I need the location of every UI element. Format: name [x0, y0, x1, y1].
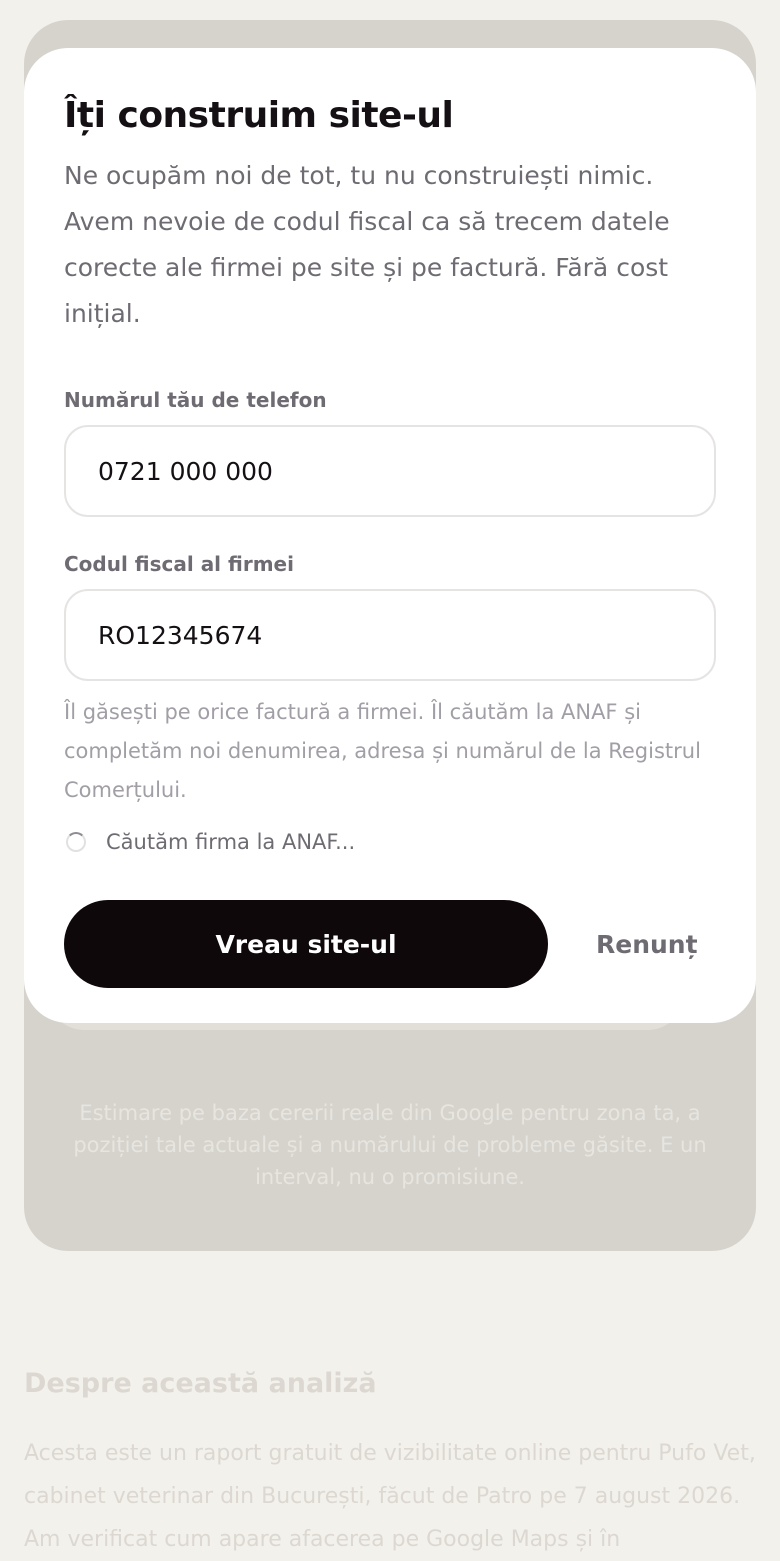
phone-input[interactable]: [64, 425, 716, 517]
loading-spinner-icon: [66, 832, 86, 852]
fiscal-code-input[interactable]: [64, 589, 716, 681]
modal-description: Ne ocupăm noi de tot, tu nu construiești…: [64, 161, 670, 328]
fiscal-code-hint: Îl găsești pe orice factură a firmei. Îl…: [64, 700, 701, 802]
modal-actions: Vreau site-ul Renunț: [64, 900, 716, 988]
fiscal-code-label: Codul fiscal al firmei: [64, 552, 294, 576]
cancel-button[interactable]: Renunț: [596, 930, 698, 959]
modal-title: Îți construim site-ul: [64, 95, 454, 136]
about-section-title: Despre această analiză: [24, 1368, 377, 1399]
phone-label: Numărul tău de telefon: [64, 388, 327, 412]
build-site-modal: Îți construim site-ul Ne ocupăm noi de t…: [24, 48, 756, 1023]
submit-button[interactable]: Vreau site-ul: [64, 900, 548, 988]
background-disclaimer: Estimare pe baza cererii reale din Googl…: [73, 1101, 707, 1189]
anaf-lookup-status: Căutăm firma la ANAF...: [64, 824, 716, 860]
status-text: Căutăm firma la ANAF...: [106, 830, 356, 854]
about-section-text: Acesta este un raport gratuit de vizibil…: [24, 1441, 756, 1552]
